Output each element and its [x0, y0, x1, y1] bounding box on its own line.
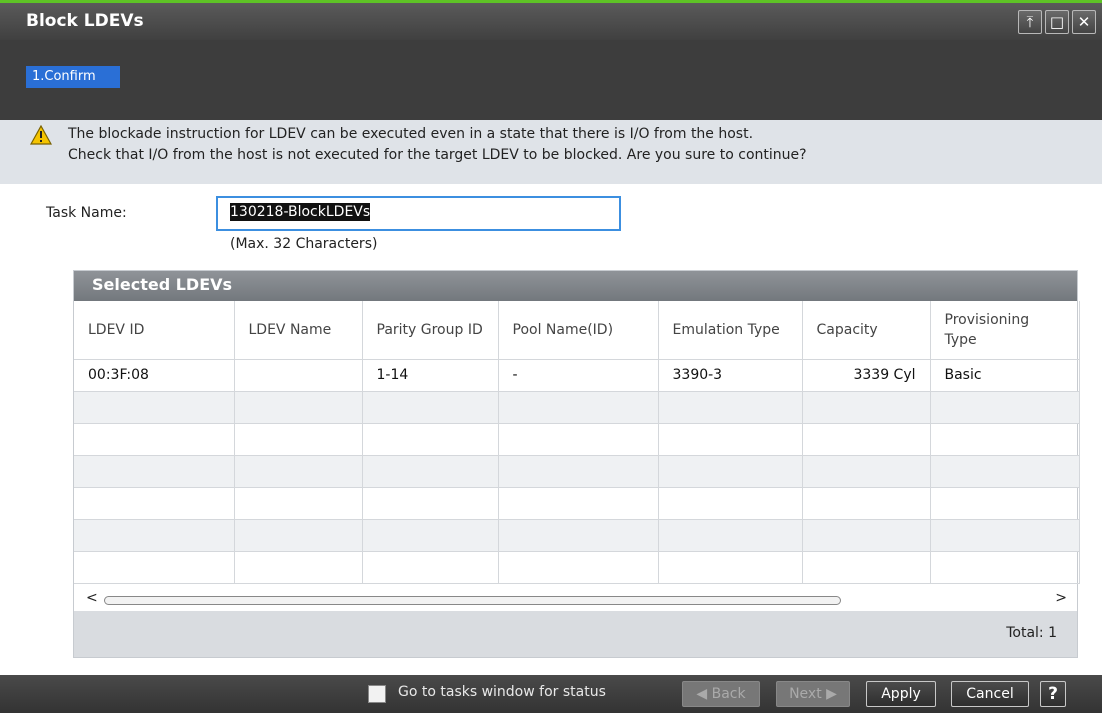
empty-row: [74, 519, 1080, 552]
wizard-footer: Go to tasks window for status ◀ Back Nex…: [0, 675, 1102, 713]
cell-ldev-id: 00:3F:08: [74, 359, 235, 392]
close-icon[interactable]: ✕: [1072, 10, 1096, 34]
cancel-button[interactable]: Cancel: [951, 681, 1029, 707]
cell-capacity: 3339 Cyl: [802, 359, 931, 392]
wizard-step-bar: 1.Confirm: [0, 40, 1102, 120]
scrollbar-thumb[interactable]: [104, 596, 841, 605]
col-ldev-name[interactable]: LDEV Name: [234, 301, 363, 360]
task-name-value: 130218-BlockLDEVs: [230, 203, 371, 221]
table-header-row: LDEV ID LDEV Name Parity Group ID Pool N…: [74, 301, 1080, 360]
col-capacity[interactable]: Capacity: [802, 301, 931, 360]
col-provisioning-type[interactable]: Provisioning Type: [930, 301, 1080, 360]
col-parity-group-id[interactable]: Parity Group ID: [362, 301, 499, 360]
window-titlebar: Block LDEVs ⤒ □ ✕: [0, 0, 1102, 40]
window-title: Block LDEVs: [26, 11, 144, 31]
warning-line-2: Check that I/O from the host is not exec…: [68, 147, 807, 163]
horizontal-scrollbar[interactable]: < >: [74, 589, 1077, 611]
window-controls: ⤒ □ ✕: [1018, 10, 1096, 34]
empty-row: [74, 551, 1080, 584]
apply-button[interactable]: Apply: [866, 681, 936, 707]
empty-row: [74, 455, 1080, 488]
help-icon[interactable]: ?: [1040, 681, 1066, 707]
cell-ldev-name: [234, 359, 363, 392]
cell-pool-name: -: [498, 359, 659, 392]
back-button[interactable]: ◀ Back: [682, 681, 760, 707]
go-to-tasks-label: Go to tasks window for status: [398, 684, 606, 700]
ldev-table: LDEV ID LDEV Name Parity Group ID Pool N…: [74, 301, 1080, 584]
cell-provisioning-type: Basic: [930, 359, 1080, 392]
scroll-left-icon[interactable]: <: [86, 590, 98, 606]
col-pool-name[interactable]: Pool Name(ID): [498, 301, 659, 360]
col-ldev-id[interactable]: LDEV ID: [74, 301, 235, 360]
scroll-right-icon[interactable]: >: [1055, 590, 1067, 606]
go-to-tasks-checkbox[interactable]: [368, 685, 386, 703]
cell-emulation-type: 3390-3: [658, 359, 803, 392]
empty-row: [74, 487, 1080, 520]
task-name-label: Task Name:: [46, 205, 127, 221]
selected-ldevs-panel: Selected LDEVs LDEV ID LDEV Name Parity …: [73, 270, 1080, 658]
panel-footer: Total: 1: [74, 611, 1077, 657]
empty-row: [74, 423, 1080, 456]
total-count: Total: 1: [1006, 625, 1057, 641]
task-name-hint: (Max. 32 Characters): [230, 236, 378, 252]
table-row[interactable]: 00:3F:08 1-14 - 3390-3 3339 Cyl Basic: [74, 359, 1080, 392]
warning-text: The blockade instruction for LDEV can be…: [68, 124, 807, 166]
warning-icon: [30, 125, 52, 145]
panel-title: Selected LDEVs: [74, 271, 1077, 301]
task-name-input[interactable]: 130218-BlockLDEVs: [216, 196, 621, 231]
maximize-icon[interactable]: □: [1045, 10, 1069, 34]
warning-line-1: The blockade instruction for LDEV can be…: [68, 126, 754, 142]
col-emulation-type[interactable]: Emulation Type: [658, 301, 803, 360]
next-button[interactable]: Next ▶: [776, 681, 850, 707]
step-confirm: 1.Confirm: [26, 66, 120, 88]
pin-icon[interactable]: ⤒: [1018, 10, 1042, 34]
warning-banner: The blockade instruction for LDEV can be…: [0, 120, 1102, 184]
empty-row: [74, 391, 1080, 424]
cell-parity-group-id: 1-14: [362, 359, 499, 392]
